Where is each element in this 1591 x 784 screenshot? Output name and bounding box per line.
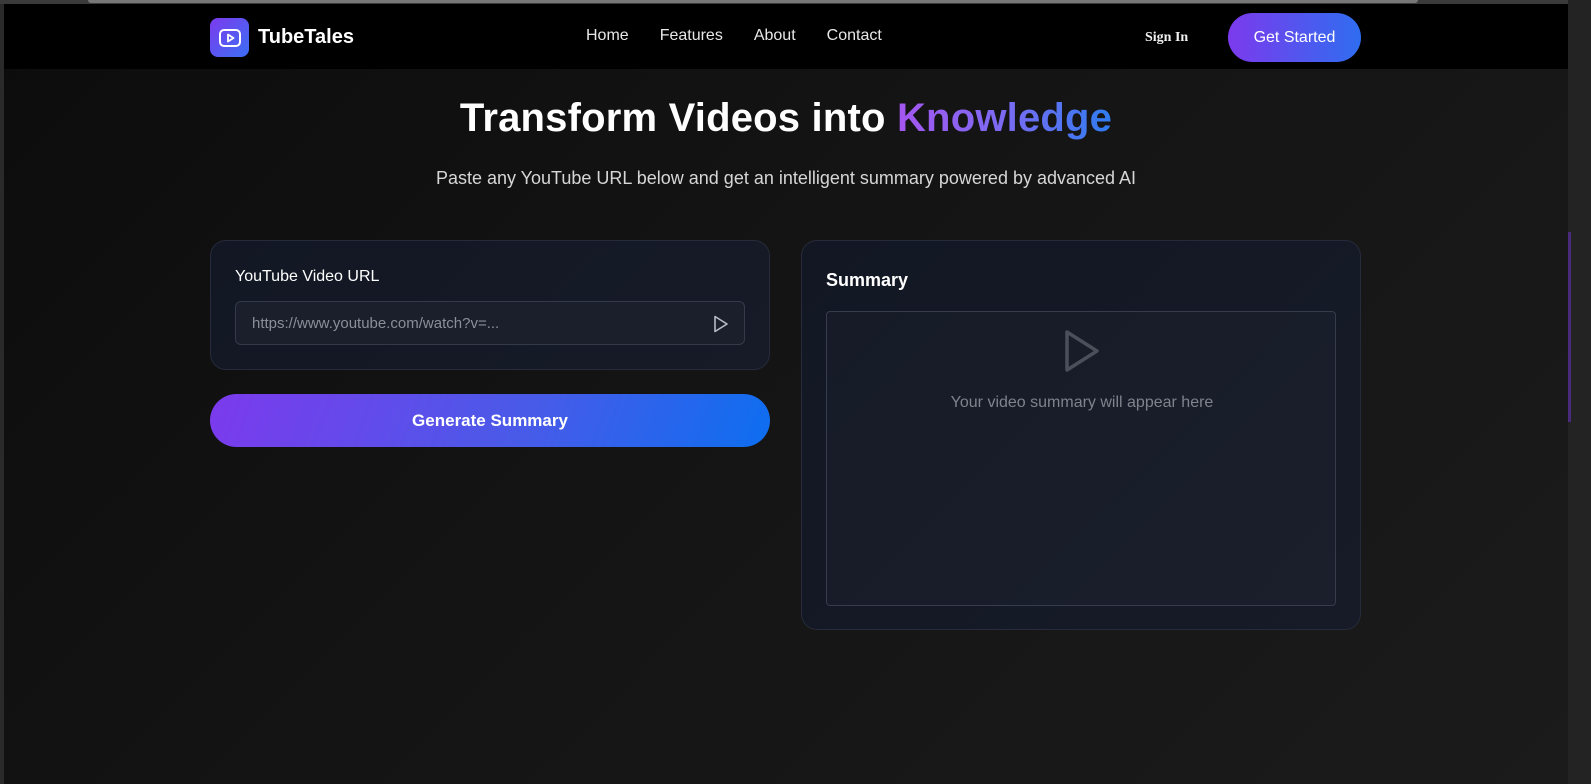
brand-logo[interactable]: TubeTales xyxy=(210,18,354,57)
hero-title-prefix: Transform Videos into xyxy=(459,96,897,140)
brand-name: TubeTales xyxy=(258,26,354,48)
url-input-card: YouTube Video URL xyxy=(210,240,770,370)
summary-placeholder-text: Your video summary will appear here xyxy=(950,394,1214,411)
hero-subtitle: Paste any YouTube URL below and get an i… xyxy=(435,168,1137,188)
hero-title-accent: Knowledge xyxy=(896,96,1113,140)
summary-title: Summary xyxy=(826,270,909,290)
get-started-button[interactable]: Get Started xyxy=(1228,13,1361,62)
nav-link-features[interactable]: Features xyxy=(660,27,723,45)
scroll-indicator xyxy=(1568,232,1571,422)
window-right-edge xyxy=(1568,0,1591,784)
video-play-icon xyxy=(210,18,249,57)
browser-viewport: TubeTales Home Features About Contact Si… xyxy=(4,4,1568,784)
youtube-url-input[interactable] xyxy=(236,302,706,344)
nav-links: Home Features About Contact xyxy=(586,27,882,45)
summary-output-area: Your video summary will appear here xyxy=(826,311,1336,606)
sign-in-link[interactable]: Sign In xyxy=(1145,30,1188,46)
play-outline-icon xyxy=(1065,330,1099,372)
nav-link-about[interactable]: About xyxy=(754,27,796,45)
window-tab-strip xyxy=(88,0,1418,3)
top-navbar: TubeTales Home Features About Contact Si… xyxy=(4,4,1568,69)
nav-link-home[interactable]: Home xyxy=(586,27,629,45)
play-arrow-icon[interactable] xyxy=(710,313,732,335)
generate-summary-button[interactable]: Generate Summary xyxy=(210,394,770,447)
url-input-label: YouTube Video URL xyxy=(235,268,380,285)
url-input-container xyxy=(235,301,745,345)
hero-title: Transform Videos into Knowledge xyxy=(4,96,1568,141)
nav-link-contact[interactable]: Contact xyxy=(827,27,882,45)
summary-card: Summary Your video summary will appear h… xyxy=(801,240,1361,630)
